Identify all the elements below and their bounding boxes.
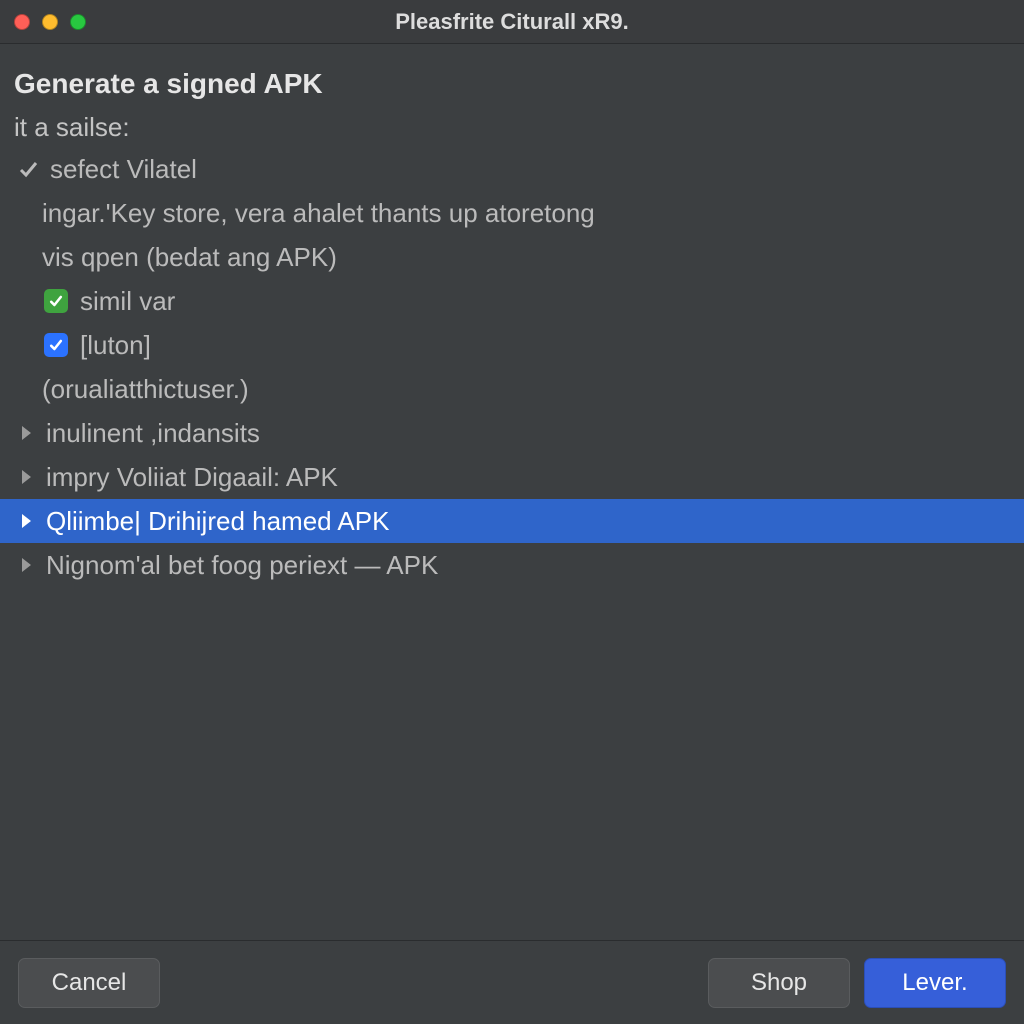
- list-item-label: vis qpen (bedat ang APK): [42, 242, 337, 273]
- list-item[interactable]: [luton]: [0, 323, 1024, 367]
- close-icon[interactable]: [14, 14, 30, 30]
- list-item-label: sefect Vilatel: [50, 154, 197, 185]
- section-subheading: it a sailse:: [0, 108, 1024, 147]
- chevron-right-icon: [18, 511, 34, 531]
- list-item-label: Qliimbe| Drihijred hamed APK: [46, 506, 389, 537]
- list-item-label: impry Voliiat Digaail: APK: [46, 462, 338, 493]
- list-item[interactable]: Nignom'al bet foog periext — APK: [0, 543, 1024, 587]
- lever-button[interactable]: Lever.: [864, 958, 1006, 1008]
- list-item[interactable]: inulinent ,indansits: [0, 411, 1024, 455]
- list-item-label: (orualiatthictuser.): [42, 374, 249, 405]
- cancel-button[interactable]: Cancel: [18, 958, 160, 1008]
- list-item[interactable]: sefect Vilatel: [0, 147, 1024, 191]
- chevron-right-icon: [18, 555, 34, 575]
- checkbox-checked-icon[interactable]: [44, 333, 68, 357]
- minimize-icon[interactable]: [42, 14, 58, 30]
- check-icon: [18, 159, 38, 179]
- zoom-icon[interactable]: [70, 14, 86, 30]
- window-title: Pleasfrite Citurall xR9.: [0, 9, 1024, 35]
- list-item[interactable]: simil var: [0, 279, 1024, 323]
- list-item-label: [luton]: [80, 330, 151, 361]
- shop-button[interactable]: Shop: [708, 958, 850, 1008]
- list-item-label: ingar.'Key store, vera ahalet thants up …: [42, 198, 595, 229]
- list-item: vis qpen (bedat ang APK): [0, 235, 1024, 279]
- list-item: ingar.'Key store, vera ahalet thants up …: [0, 191, 1024, 235]
- list-item-label: inulinent ,indansits: [46, 418, 260, 449]
- chevron-right-icon: [18, 467, 34, 487]
- checkbox-checked-icon[interactable]: [44, 289, 68, 313]
- button-bar: Cancel Shop Lever.: [0, 940, 1024, 1024]
- chevron-right-icon: [18, 423, 34, 443]
- list-item[interactable]: impry Voliiat Digaail: APK: [0, 455, 1024, 499]
- titlebar: Pleasfrite Citurall xR9.: [0, 0, 1024, 44]
- list-item-label: Nignom'al bet foog periext — APK: [46, 550, 438, 581]
- traffic-lights: [14, 14, 86, 30]
- section-heading: Generate a signed APK: [0, 68, 1024, 108]
- list-item: (orualiatthictuser.): [0, 367, 1024, 411]
- list-item-selected[interactable]: Qliimbe| Drihijred hamed APK: [0, 499, 1024, 543]
- dialog-content: Generate a signed APK it a sailse: sefec…: [0, 44, 1024, 940]
- list-item-label: simil var: [80, 286, 175, 317]
